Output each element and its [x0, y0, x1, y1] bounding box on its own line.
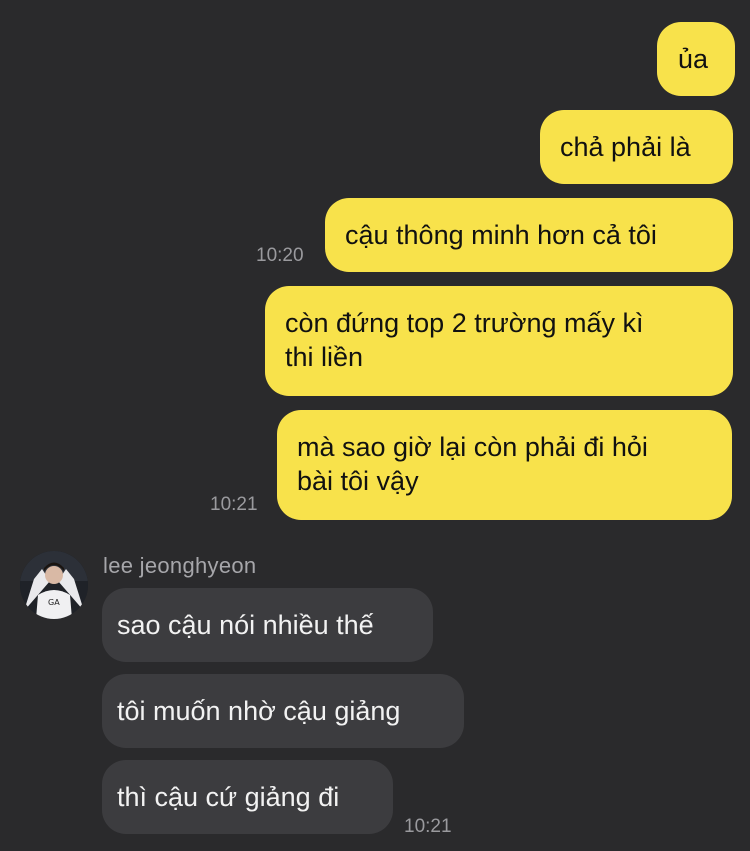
sent-message[interactable]: cậu thông minh hơn cả tôi [325, 198, 733, 272]
message-text: chả phải là [560, 132, 691, 162]
message-timestamp: 10:20 [256, 245, 304, 266]
message-text: tôi muốn nhờ cậu giảng [117, 696, 401, 726]
message-text: thì cậu cứ giảng đi [117, 782, 340, 812]
message-text-line: còn đứng top 2 trường mấy kì [285, 308, 644, 338]
received-message[interactable]: thì cậu cứ giảng đi [102, 760, 393, 834]
contact-avatar[interactable]: GA [20, 551, 88, 619]
sent-message[interactable]: còn đứng top 2 trường mấy kì thi liền [265, 286, 733, 396]
contact-name: lee jeonghyeon [103, 553, 257, 578]
received-message[interactable]: tôi muốn nhờ cậu giảng [102, 674, 464, 748]
sent-message[interactable]: ủa [657, 22, 735, 96]
message-text: sao cậu nói nhiều thế [117, 610, 374, 640]
profile-photo-icon: GA [20, 551, 88, 619]
message-timestamp: 10:21 [210, 494, 258, 515]
sent-message[interactable]: chả phải là [540, 110, 733, 184]
message-text: ủa [678, 44, 709, 74]
message-text: cậu thông minh hơn cả tôi [345, 220, 657, 250]
sent-message[interactable]: mà sao giờ lại còn phải đi hỏi bài tôi v… [277, 410, 732, 520]
message-text-line: thi liền [285, 342, 364, 372]
received-message[interactable]: sao cậu nói nhiều thế [102, 588, 433, 662]
message-text-line: mà sao giờ lại còn phải đi hỏi [297, 432, 648, 462]
svg-text:GA: GA [48, 598, 60, 607]
message-text-line: bài tôi vậy [297, 466, 419, 496]
message-timestamp: 10:21 [404, 816, 452, 837]
